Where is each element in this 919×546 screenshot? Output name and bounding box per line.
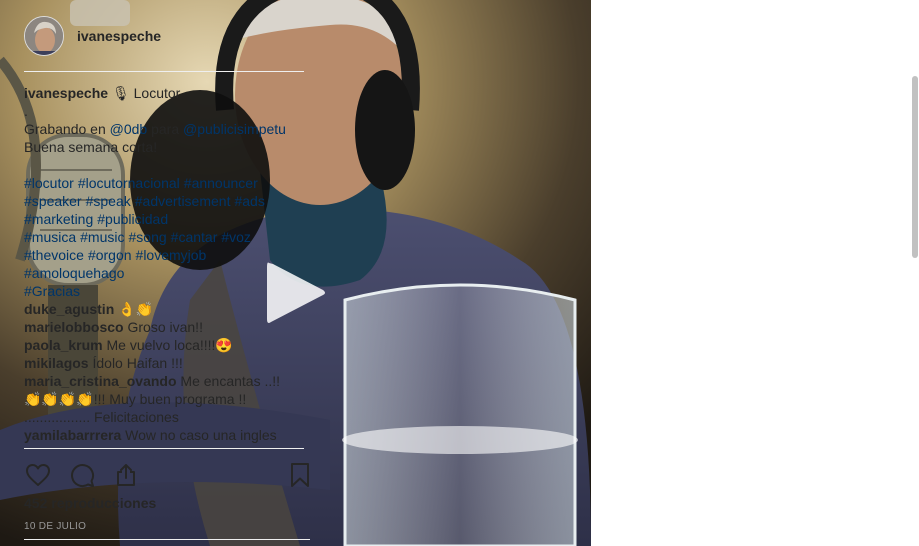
hashtag-link[interactable]: #amoloquehago [24, 265, 124, 281]
comment-username[interactable]: yamilabarrrera [24, 427, 121, 443]
comment-text: Ídolo Haifan !!! [88, 355, 183, 371]
caption-username[interactable]: ivanespeche [24, 85, 108, 101]
comment-button[interactable] [68, 461, 96, 489]
hashtag-link[interactable]: #song [129, 229, 167, 245]
comments-scrollbar[interactable] [912, 76, 918, 258]
comment-text: 👌👏 [114, 301, 154, 317]
header-username[interactable]: ivanespeche [77, 28, 161, 44]
caption-line-2: Grabando en @0db para @publicisimpetu [24, 120, 308, 138]
comment-username[interactable]: mikilagos [24, 355, 89, 371]
caption-title: Locutor [133, 85, 181, 101]
comment-username[interactable]: maria_cristina_ovando [24, 373, 177, 389]
comment-block: duke_agustin 👌👏 marielobbosco Groso ivan!… [24, 300, 308, 444]
hashtag-row: #Gracias [24, 282, 308, 300]
comment-text-continued: 👏👏👏👏!!! Muy buen programa !! [24, 391, 247, 407]
comment-username[interactable]: paola_krum [24, 337, 103, 353]
like-button[interactable] [24, 461, 52, 489]
mention-link[interactable]: @0db [110, 121, 148, 137]
comment-icon [71, 464, 95, 488]
share-button[interactable] [112, 461, 140, 489]
comment-item: yamilabarrrera Wow no caso una ingles [24, 426, 308, 444]
caption-first-line: ivanespeche 🎙 Locutor [24, 84, 308, 102]
caption-dot: . [24, 103, 28, 119]
post-details-panel [591, 0, 919, 546]
hashtag-link[interactable]: #publicidad [97, 211, 168, 227]
microphone-icon: 🎙 [111, 85, 130, 101]
comment-text: Groso ivan!! [123, 319, 203, 335]
hashtag-row: #marketing #publicidad [24, 210, 308, 228]
comment-username[interactable]: duke_agustin [24, 301, 114, 317]
hashtag-link[interactable]: #announcer [184, 175, 258, 191]
hashtag-link[interactable]: #speak [86, 193, 131, 209]
bookmark-icon [291, 463, 309, 487]
share-icon [117, 464, 135, 486]
hashtag-link[interactable]: #locutornacional [78, 175, 180, 191]
hashtag-link[interactable]: #lovemyjob [136, 247, 207, 263]
hashtag-link[interactable]: #cantar [171, 229, 218, 245]
caption-text: Grabando en [24, 121, 110, 137]
caption-text: para [147, 121, 184, 137]
hashtag-link[interactable]: #musica [24, 229, 76, 245]
comment-item: paola_krum Me vuelvo loca!!!!😍 [24, 336, 308, 354]
caption-line-3: Buena semana corta! [24, 139, 158, 155]
comment-item: marielobbosco Groso ivan!! [24, 318, 308, 336]
hashtag-link[interactable]: #advertisement [135, 193, 231, 209]
hashtag-link[interactable]: #locutor [24, 175, 74, 191]
hashtag-link[interactable]: #marketing [24, 211, 93, 227]
hashtag-link[interactable]: #music [80, 229, 124, 245]
hashtag-link[interactable]: #speaker [24, 193, 82, 209]
hashtag-row: #locutor #locutornacional #announcer [24, 174, 308, 192]
post-date[interactable]: 10 DE JULIO [24, 521, 86, 532]
avatar[interactable] [24, 15, 64, 56]
comment-text: Me encantas ..!! [176, 373, 281, 389]
comment-item: maria_cristina_ovando Me encantas ..!! [24, 372, 308, 390]
hashtag-row: #amoloquehago [24, 264, 308, 282]
save-button[interactable] [286, 461, 314, 489]
comment-item: duke_agustin 👌👏 [24, 300, 308, 318]
hashtag-link[interactable]: #ads [234, 193, 264, 209]
post-header: ivanespeche [24, 0, 304, 72]
mention-link[interactable]: @publicisimpetu [183, 121, 286, 137]
comment-text: Wow no caso una ingles [121, 427, 277, 443]
hashtag-row: #thevoice #orgon #lovemyjob [24, 246, 308, 264]
hashtag-link[interactable]: #orgon [88, 247, 132, 263]
view-count[interactable]: 452 reproducciones [24, 495, 156, 511]
comment-item: mikilagos Ídolo Haifan !!! [24, 354, 308, 372]
comment-text-continued: ................. Felicitaciones [24, 409, 179, 425]
hashtag-link[interactable]: #Gracias [24, 283, 80, 299]
hashtag-link[interactable]: #thevoice [24, 247, 84, 263]
hashtag-block: #locutor #locutornacional #announcer #speak… [24, 174, 308, 300]
comment-text: Me vuelvo loca!!!!😍 [102, 337, 233, 353]
comments-list: ivanespeche 🎙 Locutor . Grabando en @0db… [24, 84, 308, 446]
hashtag-link[interactable]: #voz [221, 229, 251, 245]
comment-username[interactable]: marielobbosco [24, 319, 124, 335]
action-bar [24, 448, 309, 496]
hashtag-row: #speaker #speak #advertisement #ads [24, 192, 308, 210]
divider [24, 539, 310, 540]
heart-icon [26, 464, 50, 486]
hashtag-row: #musica #music #song #cantar #voz [24, 228, 308, 246]
